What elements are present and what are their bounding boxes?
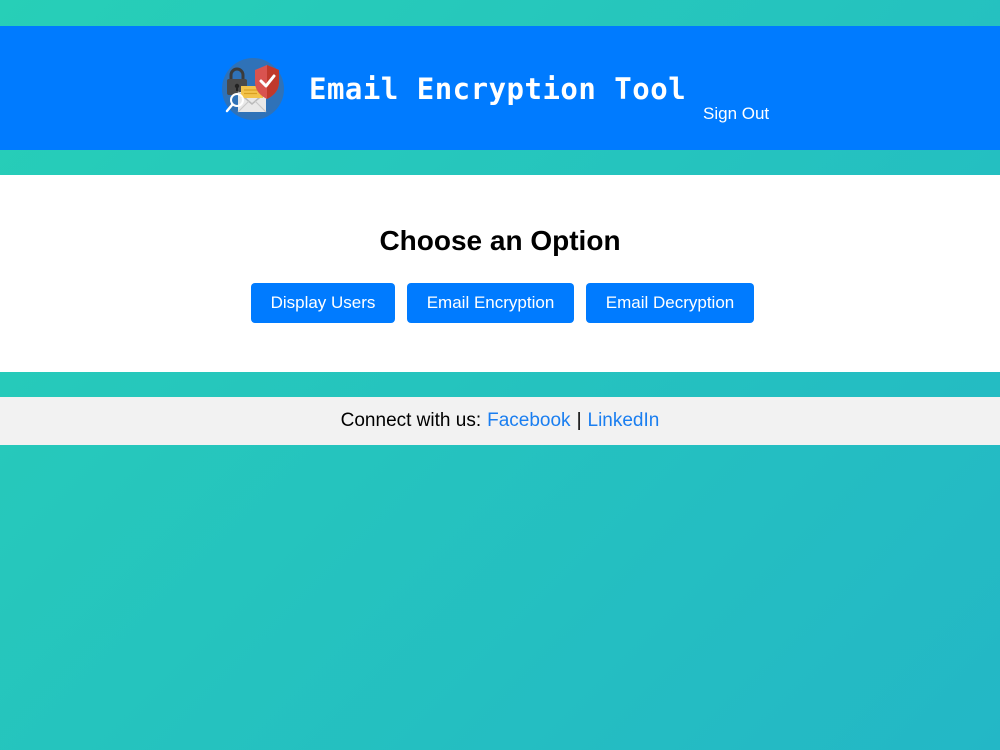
page-footer: Connect with us: Facebook | LinkedIn [0,397,1000,445]
email-security-logo-icon [222,58,284,120]
display-users-button[interactable]: Display Users [251,283,395,323]
sign-out-link[interactable]: Sign Out [703,104,769,124]
facebook-link[interactable]: Facebook [487,410,570,432]
footer-separator: | [576,410,582,431]
brand: Email Encryption Tool [222,58,686,120]
email-decryption-button[interactable]: Email Decryption [586,283,754,323]
page-title: Choose an Option [379,225,621,256]
linkedin-link[interactable]: LinkedIn [588,410,660,432]
app-title: Email Encryption Tool [309,72,687,106]
footer-connect-label: Connect with us: [340,410,482,431]
app-header: Email Encryption Tool Sign Out [0,26,1000,150]
email-encryption-button[interactable]: Email Encryption [407,283,574,323]
options-panel: Choose an Option Display Users Email Enc… [0,175,1000,372]
